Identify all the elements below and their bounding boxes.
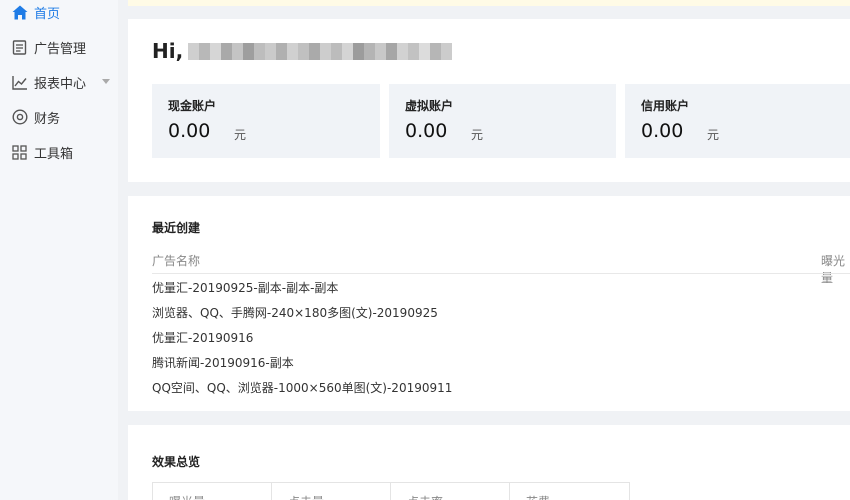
notice-bar bbox=[128, 0, 850, 6]
sidebar-item-label: 报表中心 bbox=[34, 76, 87, 92]
grid-icon bbox=[11, 144, 28, 161]
sidebar-item-label: 广告管理 bbox=[34, 41, 87, 57]
section-title: 最近创建 bbox=[152, 221, 201, 235]
virtual-account-card[interactable]: 虚拟账户 0.00 元 bbox=[389, 84, 616, 158]
recent-created-card: 最近创建 广告名称 曝光量 优量汇-20190925-副本-副本-副本 浏览器、… bbox=[128, 196, 850, 411]
chevron-down-icon[interactable] bbox=[102, 79, 110, 84]
sidebar-item-label: 工具箱 bbox=[34, 146, 74, 162]
sidebar-item-label: 财务 bbox=[34, 111, 61, 127]
account-label: 虚拟账户 bbox=[405, 99, 454, 113]
divider bbox=[152, 273, 850, 274]
document-icon bbox=[11, 39, 28, 56]
overview-card: 效果总览 曝光量 点击量 点击率 花费 bbox=[128, 425, 850, 500]
finance-circle-icon bbox=[11, 109, 28, 126]
redacted-username bbox=[188, 43, 452, 60]
sidebar-item-label: 首页 bbox=[34, 6, 61, 22]
metric-cell[interactable]: 点击率 bbox=[391, 483, 510, 500]
greeting: Hi, bbox=[152, 39, 184, 63]
account-amount: 0.00 bbox=[641, 120, 684, 142]
credit-account-card[interactable]: 信用账户 0.00 元 bbox=[625, 84, 850, 158]
column-header-ad-name: 广告名称 bbox=[152, 254, 201, 268]
cash-account-card[interactable]: 现金账户 0.00 元 bbox=[152, 84, 380, 158]
table-row[interactable]: 优量汇-20190916 bbox=[152, 329, 253, 346]
account-unit: 元 bbox=[234, 128, 247, 142]
section-title: 效果总览 bbox=[152, 455, 201, 469]
sidebar-item-finance[interactable]: 财务 bbox=[0, 102, 118, 132]
account-amount: 0.00 bbox=[168, 120, 211, 142]
welcome-card: Hi, 现金账户 0.00 元 虚拟账户 0.00 元 信用账户 0.00 元 bbox=[128, 19, 850, 182]
account-label: 现金账户 bbox=[168, 99, 217, 113]
home-icon bbox=[11, 4, 28, 21]
table-row[interactable]: 腾讯新闻-20190916-副本 bbox=[152, 354, 294, 371]
table-row[interactable]: QQ空间、QQ、浏览器-1000×560单图(文)-20190911 bbox=[152, 379, 452, 396]
metric-cell[interactable]: 花费 bbox=[510, 483, 629, 500]
sidebar-item-home[interactable]: 首页 bbox=[0, 0, 118, 27]
sidebar-item-ad-management[interactable]: 广告管理 bbox=[0, 32, 118, 62]
column-header-impressions: 曝光量 bbox=[821, 254, 846, 285]
metric-cell[interactable]: 曝光量 bbox=[153, 483, 272, 500]
table-row[interactable]: 优量汇-20190925-副本-副本-副本 bbox=[152, 279, 338, 296]
account-unit: 元 bbox=[707, 128, 720, 142]
sidebar: 首页 广告管理 报表中心 财务 工具箱 bbox=[0, 0, 118, 500]
line-chart-icon bbox=[11, 74, 28, 91]
metrics-table: 曝光量 点击量 点击率 花费 bbox=[152, 482, 630, 500]
metric-cell[interactable]: 点击量 bbox=[272, 483, 391, 500]
account-unit: 元 bbox=[471, 128, 484, 142]
account-label: 信用账户 bbox=[641, 99, 690, 113]
account-amount: 0.00 bbox=[405, 120, 448, 142]
sidebar-item-report-center[interactable]: 报表中心 bbox=[0, 67, 118, 97]
sidebar-item-toolbox[interactable]: 工具箱 bbox=[0, 137, 118, 167]
table-row[interactable]: 浏览器、QQ、手腾网-240×180多图(文)-20190925 bbox=[152, 304, 438, 321]
